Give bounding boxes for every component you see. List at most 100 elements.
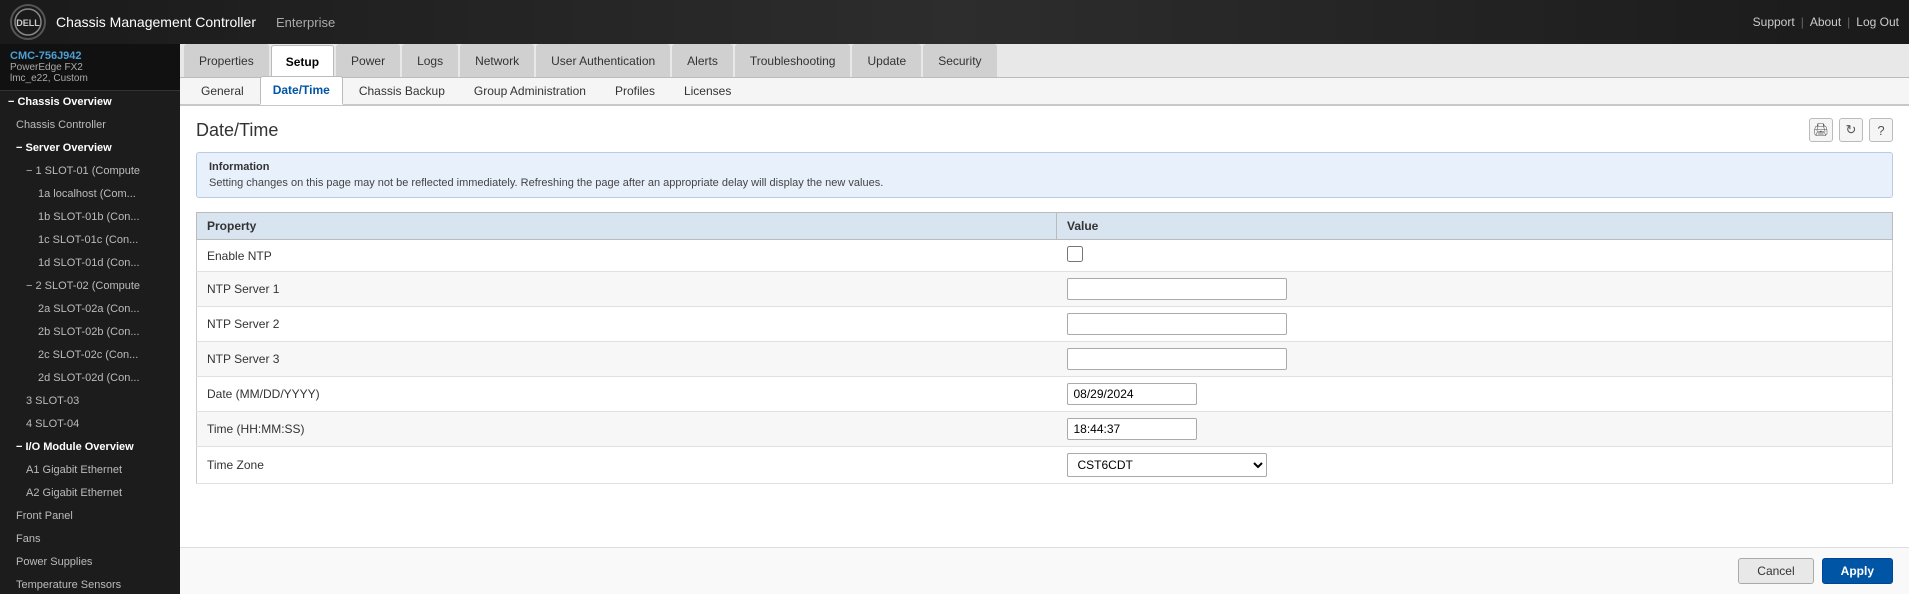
content-area: Date/Time 🖨 ↻ ? Information Setting chan… xyxy=(180,106,1909,496)
property-value xyxy=(1057,412,1893,447)
sidebar-tree: − Chassis OverviewChassis Controller− Se… xyxy=(0,91,180,594)
cancel-button[interactable]: Cancel xyxy=(1738,558,1813,584)
page-title-row: Date/Time 🖨 ↻ ? xyxy=(196,118,1893,142)
sidebar-item[interactable]: − 2 SLOT-02 (Compute xyxy=(0,275,180,298)
property-value xyxy=(1057,377,1893,412)
sidebar-item[interactable]: Chassis Controller xyxy=(0,114,180,137)
timezone-select[interactable]: HSTAKST9AKDTPST8PDTMST7MDTMSTCST6CDTEST5… xyxy=(1067,453,1267,477)
property-label: NTP Server 2 xyxy=(197,307,1057,342)
date-input[interactable] xyxy=(1067,383,1197,405)
sidebar-item[interactable]: Power Supplies xyxy=(0,551,180,574)
content-wrapper: Date/Time 🖨 ↻ ? Information Setting chan… xyxy=(180,106,1909,546)
sidebar-item[interactable]: 2c SLOT-02c (Con... xyxy=(0,344,180,367)
refresh-button[interactable]: ↻ xyxy=(1839,118,1863,142)
sidebar-item[interactable]: Fans xyxy=(0,528,180,551)
tab-security[interactable]: Security xyxy=(923,44,996,77)
subtab-licenses[interactable]: Licenses xyxy=(671,77,744,104)
sidebar-item[interactable]: − Chassis Overview xyxy=(0,91,180,114)
property-label: Enable NTP xyxy=(197,240,1057,272)
property-value: HSTAKST9AKDTPST8PDTMST7MDTMSTCST6CDTEST5… xyxy=(1057,447,1893,484)
dell-logo: DELL xyxy=(10,4,46,40)
sidebar-item[interactable]: 1b SLOT-01b (Con... xyxy=(0,206,180,229)
svg-text:DELL: DELL xyxy=(16,18,40,28)
tab-properties[interactable]: Properties xyxy=(184,44,269,77)
property-label: Time (HH:MM:SS) xyxy=(197,412,1057,447)
sidebar-item[interactable]: 4 SLOT-04 xyxy=(0,413,180,436)
sidebar-item[interactable]: − Server Overview xyxy=(0,137,180,160)
support-link[interactable]: Support xyxy=(1753,15,1795,29)
enable-ntp-checkbox[interactable] xyxy=(1067,246,1083,262)
top-header: DELL Chassis Management Controller Enter… xyxy=(0,0,1909,44)
property-label: Date (MM/DD/YYYY) xyxy=(197,377,1057,412)
sidebar: CMC-756J942 PowerEdge FX2 lmc_e22, Custo… xyxy=(0,44,180,594)
subtab-profiles[interactable]: Profiles xyxy=(602,77,668,104)
time-input[interactable] xyxy=(1067,418,1197,440)
tab-alerts[interactable]: Alerts xyxy=(672,44,733,77)
page-title: Date/Time xyxy=(196,120,278,141)
property-label: Time Zone xyxy=(197,447,1057,484)
sidebar-item[interactable]: 2d SLOT-02d (Con... xyxy=(0,367,180,390)
main-layout: CMC-756J942 PowerEdge FX2 lmc_e22, Custo… xyxy=(0,44,1909,594)
device-info: CMC-756J942 PowerEdge FX2 lmc_e22, Custo… xyxy=(0,44,180,91)
sidebar-item[interactable]: − 1 SLOT-01 (Compute xyxy=(0,160,180,183)
app-title: Chassis Management Controller xyxy=(56,14,256,30)
table-row: Enable NTP xyxy=(197,240,1893,272)
tab-update[interactable]: Update xyxy=(852,44,921,77)
page-icons: 🖨 ↻ ? xyxy=(1809,118,1893,142)
tab-user_auth[interactable]: User Authentication xyxy=(536,44,670,77)
sidebar-item[interactable]: 3 SLOT-03 xyxy=(0,390,180,413)
sidebar-item[interactable]: 1d SLOT-01d (Con... xyxy=(0,252,180,275)
about-link[interactable]: About xyxy=(1810,15,1841,29)
sidebar-item[interactable]: 1c SLOT-01c (Con... xyxy=(0,229,180,252)
help-button[interactable]: ? xyxy=(1869,118,1893,142)
sidebar-item[interactable]: Front Panel xyxy=(0,505,180,528)
sidebar-item[interactable]: 2b SLOT-02b (Con... xyxy=(0,321,180,344)
app-edition: Enterprise xyxy=(276,15,335,30)
property-value xyxy=(1057,240,1893,272)
sidebar-item[interactable]: A1 Gigabit Ethernet xyxy=(0,459,180,482)
property-label: NTP Server 1 xyxy=(197,272,1057,307)
info-text: Setting changes on this page may not be … xyxy=(209,177,1880,189)
properties-table: Property Value Enable NTPNTP Server 1NTP… xyxy=(196,212,1893,484)
tab-setup[interactable]: Setup xyxy=(271,45,334,78)
col-property: Property xyxy=(197,213,1057,240)
table-row: NTP Server 2 xyxy=(197,307,1893,342)
ntp-server-input[interactable] xyxy=(1067,313,1287,335)
table-row: Date (MM/DD/YYYY) xyxy=(197,377,1893,412)
info-box: Information Setting changes on this page… xyxy=(196,152,1893,198)
button-bar: Cancel Apply xyxy=(180,547,1909,594)
property-value xyxy=(1057,272,1893,307)
header-nav: Support | About | Log Out xyxy=(1753,15,1899,29)
apply-button[interactable]: Apply xyxy=(1822,558,1893,584)
sidebar-item[interactable]: 1a localhost (Com... xyxy=(0,183,180,206)
info-title: Information xyxy=(209,161,1880,173)
device-model: PowerEdge FX2 xyxy=(10,62,170,73)
tab-power[interactable]: Power xyxy=(336,44,400,77)
table-row: NTP Server 1 xyxy=(197,272,1893,307)
ntp-server-input[interactable] xyxy=(1067,348,1287,370)
tab-logs[interactable]: Logs xyxy=(402,44,458,77)
col-value: Value xyxy=(1057,213,1893,240)
subtab-general[interactable]: General xyxy=(188,77,257,104)
logout-link[interactable]: Log Out xyxy=(1856,15,1899,29)
table-row: Time (HH:MM:SS) xyxy=(197,412,1893,447)
table-row: NTP Server 3 xyxy=(197,342,1893,377)
main-tab-bar: PropertiesSetupPowerLogsNetworkUser Auth… xyxy=(180,44,1909,78)
subtab-datetime[interactable]: Date/Time xyxy=(260,76,343,105)
print-button[interactable]: 🖨 xyxy=(1809,118,1833,142)
sidebar-item[interactable]: 2a SLOT-02a (Con... xyxy=(0,298,180,321)
subtab-chassis_backup[interactable]: Chassis Backup xyxy=(346,77,458,104)
property-value xyxy=(1057,307,1893,342)
ntp-server-input[interactable] xyxy=(1067,278,1287,300)
sidebar-item[interactable]: − I/O Module Overview xyxy=(0,436,180,459)
property-value xyxy=(1057,342,1893,377)
sidebar-item[interactable]: A2 Gigabit Ethernet xyxy=(0,482,180,505)
table-row: Time Zone HSTAKST9AKDTPST8PDTMST7MDTMSTCS… xyxy=(197,447,1893,484)
tab-troubleshooting[interactable]: Troubleshooting xyxy=(735,44,851,77)
sidebar-item[interactable]: Temperature Sensors xyxy=(0,574,180,594)
property-label: NTP Server 3 xyxy=(197,342,1057,377)
sub-tab-bar: GeneralDate/TimeChassis BackupGroup Admi… xyxy=(180,78,1909,106)
device-id: CMC-756J942 xyxy=(10,50,170,62)
tab-network[interactable]: Network xyxy=(460,44,534,77)
subtab-group_admin[interactable]: Group Administration xyxy=(461,77,599,104)
